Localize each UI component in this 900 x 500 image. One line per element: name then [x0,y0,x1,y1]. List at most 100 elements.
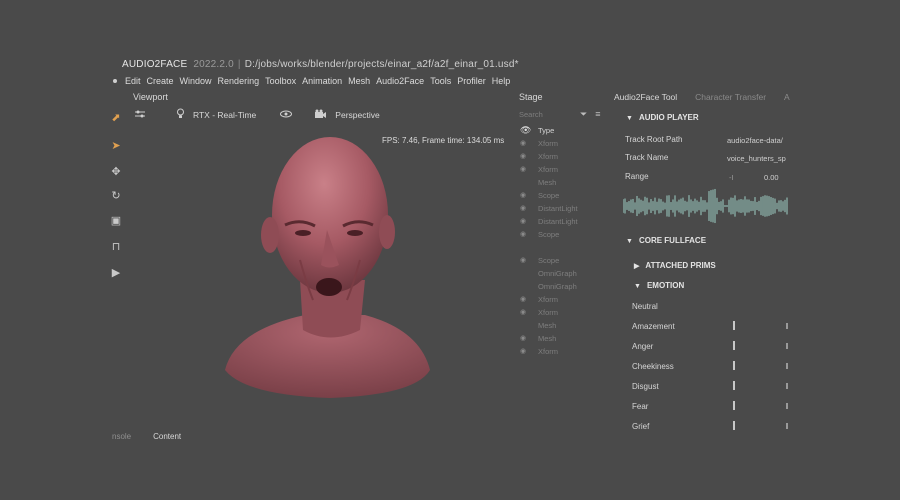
app-name: AUDIO2FACE [122,59,188,70]
slider-end [786,423,788,429]
stage-row[interactable]: ◉ Xform [520,345,558,357]
visibility-icon[interactable]: ◉ [520,347,532,355]
visibility-icon[interactable]: ◉ [520,308,532,316]
track-root-field[interactable]: audio2face-data/ [727,136,783,145]
eye-icon[interactable] [280,110,293,121]
scale-icon[interactable]: ▣ [110,215,122,227]
menu-mesh[interactable]: Mesh [348,76,370,86]
stage-title: Stage [519,92,543,102]
arrow-icon[interactable]: ➤ [110,140,122,152]
move-icon[interactable]: ✥ [110,166,122,178]
stage-row[interactable]: Mesh [520,176,556,188]
menu-window[interactable]: Window [180,76,212,86]
rotate-icon[interactable]: ↻ [110,190,122,202]
emotion-label: Anger [632,342,654,351]
stage-row[interactable]: ◉ Scope [520,254,559,266]
menu-bar: Edit Create Window Rendering Toolbox Ani… [113,76,510,86]
stage-row[interactable]: ◉ Scope [520,228,559,240]
stage-row[interactable]: OmniGraph [520,280,577,292]
renderer-select[interactable]: RTX - Real-Time [193,110,256,120]
collapse-triangle-icon: ▼ [626,238,633,245]
tab-content[interactable]: Content [153,432,181,441]
visibility-icon[interactable]: ◉ [520,217,532,225]
viewport-tab[interactable]: Viewport [133,92,168,102]
menu-tools[interactable]: Tools [430,76,451,86]
emotion-row-disgust: Disgust [632,380,792,394]
slider-end [786,323,788,329]
range-start-marker: -I [729,173,734,182]
menu-help[interactable]: Help [492,76,511,86]
slider-handle[interactable] [733,421,736,430]
attached-prims-header[interactable]: ▶ ATTACHED PRIMS [634,261,716,270]
play-icon[interactable]: ▶ [110,267,122,279]
stage-row[interactable]: Mesh [520,319,556,331]
camera-select[interactable]: Perspective [335,110,379,120]
bone-icon[interactable]: ⬈ [110,112,122,124]
camera-icon[interactable] [314,109,327,122]
stage-row[interactable]: ◉ DistantLight [520,202,578,214]
emotion-slider[interactable] [732,421,788,431]
stage-row[interactable]: ◉ Scope [520,189,559,201]
tab-character-transfer[interactable]: Character Transfer [695,92,766,102]
visibility-icon[interactable]: ◉ [520,295,532,303]
visibility-icon[interactable]: ◉ [520,334,532,342]
stage-search-input[interactable]: Search [519,110,589,119]
emotion-header[interactable]: ▼ EMOTION [634,281,684,290]
core-fullface-header[interactable]: ▼ CORE FULLFACE [626,236,706,245]
menu-animation[interactable]: Animation [302,76,342,86]
visibility-icon: 👁 [520,124,532,135]
settings-icon[interactable] [134,109,146,122]
emotion-slider[interactable] [732,361,788,371]
tab-audio2face-tool[interactable]: Audio2Face Tool [614,92,677,102]
visibility-icon[interactable]: ◉ [520,152,532,160]
menu-icon[interactable]: ≡ [595,109,600,120]
range-value-field[interactable]: 0.00 [764,173,779,182]
snap-icon[interactable]: ⊓ [110,241,122,253]
stage-row[interactable]: ◉ Xform [520,293,558,305]
emotion-slider[interactable] [732,321,788,331]
tab-more[interactable]: A [784,92,790,102]
slider-handle[interactable] [733,341,736,350]
slider-handle[interactable] [733,401,736,410]
tab-console[interactable]: nsole [112,432,131,441]
stage-row[interactable]: ◉ Xform [520,137,558,149]
slider-handle[interactable] [733,361,736,370]
menu-create[interactable]: Create [147,76,174,86]
stage-row[interactable]: ◉ Xform [520,150,558,162]
audio-player-header[interactable]: ▼ AUDIO PLAYER [626,113,699,122]
slider-handle[interactable] [733,321,736,330]
stage-tools: ⏷ ≡ [580,109,600,120]
slider-handle[interactable] [733,381,736,390]
bottom-tabs: nsole Content [112,432,181,441]
filter-icon[interactable]: ⏷ [580,109,587,120]
menu-toolbox[interactable]: Toolbox [265,76,296,86]
visibility-icon[interactable]: ◉ [520,191,532,199]
stage-row[interactable]: ◉ DistantLight [520,215,578,227]
menu-profiler[interactable]: Profiler [457,76,486,86]
stage-row[interactable]: OmniGraph [520,267,577,279]
visibility-icon[interactable]: ◉ [520,204,532,212]
range-label: Range [625,172,649,181]
stage-row[interactable]: ◉ Xform [520,306,558,318]
stage-row[interactable]: ◉ Xform [520,163,558,175]
audio-waveform[interactable] [623,188,789,224]
emotion-slider[interactable] [732,341,788,351]
light-icon[interactable] [176,108,185,122]
head-model[interactable] [215,130,445,400]
right-panel-tabs: Audio2Face Tool Character Transfer A [614,92,790,102]
menu-rendering[interactable]: Rendering [218,76,260,86]
menu-edit[interactable]: Edit [125,76,141,86]
emotion-slider[interactable] [732,401,788,411]
visibility-icon[interactable]: ◉ [520,139,532,147]
stage-row[interactable]: ◉ Mesh [520,332,556,344]
emotion-label: Cheekiness [632,362,674,371]
menu-audio2face[interactable]: Audio2Face [376,76,424,86]
emotion-slider[interactable] [732,381,788,391]
viewport-toolbar: RTX - Real-Time Perspective [134,108,380,122]
track-name-label: Track Name [625,153,669,162]
emotion-row-neutral: Neutral [632,300,792,314]
visibility-icon[interactable]: ◉ [520,230,532,238]
track-name-field[interactable]: voice_hunters_sp [727,154,786,163]
visibility-icon[interactable]: ◉ [520,256,532,264]
visibility-icon[interactable]: ◉ [520,165,532,173]
